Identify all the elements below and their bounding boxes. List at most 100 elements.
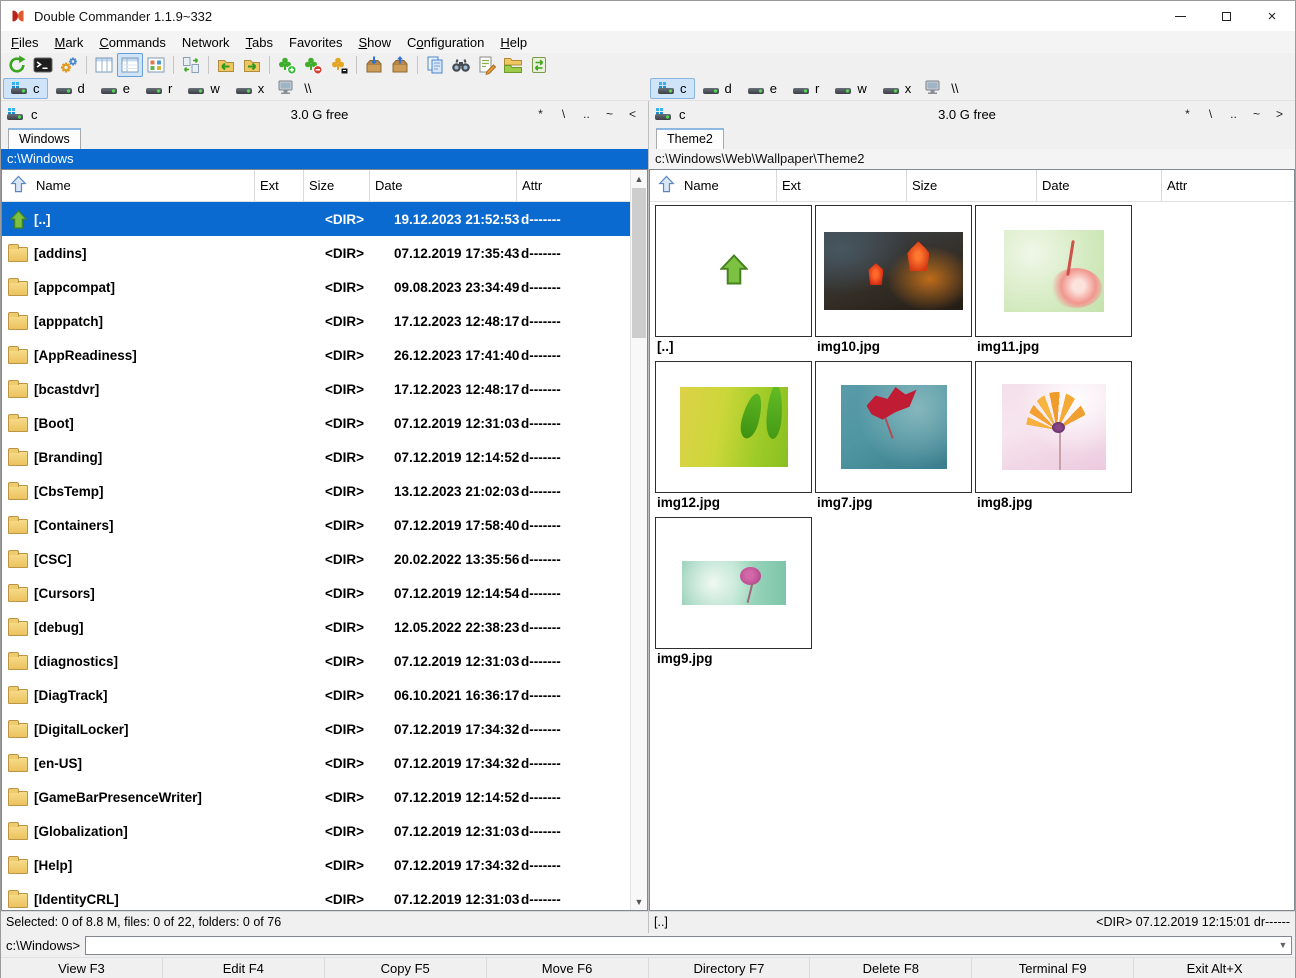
nav-button-right-4[interactable]: > [1270,106,1289,122]
file-row[interactable]: [Branding]<DIR>07.12.2019 12:14:52d-----… [2,440,647,474]
thumbnail-up-directory[interactable] [655,205,812,337]
close-button[interactable]: × [1249,1,1295,31]
column-header-date[interactable]: Date [1037,170,1162,201]
thumbnail-img11.jpg[interactable] [975,205,1132,337]
file-row[interactable]: [Containers]<DIR>07.12.2019 17:58:40d---… [2,508,647,542]
minimize-button[interactable] [1157,1,1203,31]
pack-files-button[interactable] [361,53,387,77]
left-scrollbar[interactable]: ▲ ▼ [630,170,647,910]
right-tab-theme2[interactable]: Theme2 [656,128,724,149]
drive-button-right-w[interactable]: w [827,78,874,99]
unpack-files-button[interactable] [387,53,413,77]
file-row[interactable]: [en-US]<DIR>07.12.2019 17:34:32d------- [2,746,647,780]
copy-names-button[interactable] [422,53,448,77]
maximize-button[interactable] [1203,1,1249,31]
column-header-date[interactable]: Date [370,170,517,201]
nav-button-right-3[interactable]: ~ [1247,106,1266,122]
drive-button-right-x[interactable]: x [875,78,920,99]
menu-network[interactable]: Network [174,33,238,52]
full-view-button[interactable] [117,53,143,77]
scroll-down-icon[interactable]: ▼ [631,893,647,910]
right-current-drive[interactable]: c [655,107,775,122]
drive-button-left-c[interactable]: c [3,78,48,99]
thumbnail-img12.jpg[interactable] [655,361,812,493]
file-row[interactable]: [GameBarPresenceWriter]<DIR>07.12.2019 1… [2,780,647,814]
menu-show[interactable]: Show [350,33,399,52]
bookmark-remove-button[interactable] [300,53,326,77]
chevron-down-icon[interactable]: ▼ [1275,940,1291,950]
nav-button-left-2[interactable]: .. [577,106,596,122]
file-row[interactable]: [..]<DIR>19.12.2023 21:52:53d------- [2,202,647,236]
drive-button-left-x[interactable]: x [228,78,273,99]
refresh-button[interactable] [4,53,30,77]
nav-button-right-2[interactable]: .. [1224,106,1243,122]
nav-button-left-4[interactable]: < [623,106,642,122]
network-share-button-right[interactable]: \\ [946,78,963,99]
brief-view-button[interactable] [91,53,117,77]
drive-button-right-c[interactable]: c [650,78,695,99]
network-drive-button-left[interactable] [272,78,299,99]
file-row[interactable]: [Cursors]<DIR>07.12.2019 12:14:54d------… [2,576,647,610]
menu-favorites[interactable]: Favorites [281,33,350,52]
drive-button-left-w[interactable]: w [180,78,227,99]
thumbnail-img9.jpg[interactable] [655,517,812,649]
thumbnail-img7.jpg[interactable] [815,361,972,493]
menu-commands[interactable]: Commands [91,33,173,52]
thumbnail-img10.jpg[interactable] [815,205,972,337]
file-row[interactable]: [bcastdvr]<DIR>17.12.2023 12:48:17d-----… [2,372,647,406]
file-row[interactable]: [AppReadiness]<DIR>26.12.2023 17:41:40d-… [2,338,647,372]
swap-panels-button[interactable] [178,53,204,77]
file-row[interactable]: [IdentityCRL]<DIR>07.12.2019 12:31:03d--… [2,882,647,911]
bookmark-menu-button[interactable] [326,53,352,77]
drive-button-left-d[interactable]: d [48,78,93,99]
terminal-button[interactable] [30,53,56,77]
file-row[interactable]: [Boot]<DIR>07.12.2019 12:31:03d------- [2,406,647,440]
directory-hotlist-button[interactable] [500,53,526,77]
network-share-button-left[interactable]: \\ [299,78,316,99]
left-path-bar[interactable]: c:\Windows [1,149,648,169]
nav-button-left-1[interactable]: \ [554,106,573,122]
bookmark-add-button[interactable] [274,53,300,77]
fkey-button-f6[interactable]: Move F6 [487,958,649,978]
multi-rename-button[interactable] [474,53,500,77]
column-header-attr[interactable]: Attr [1162,170,1294,201]
fkey-button-f8[interactable]: Delete F8 [810,958,972,978]
drive-button-right-d[interactable]: d [695,78,740,99]
left-tab-windows[interactable]: Windows [8,128,81,149]
menu-files[interactable]: Files [3,33,46,52]
file-row[interactable]: [DiagTrack]<DIR>06.10.2021 16:36:17d----… [2,678,647,712]
nav-button-left-0[interactable]: * [531,106,550,122]
fkey-button-f9[interactable]: Terminal F9 [972,958,1134,978]
file-row[interactable]: [Globalization]<DIR>07.12.2019 12:31:03d… [2,814,647,848]
drive-button-right-r[interactable]: r [785,78,827,99]
file-row[interactable]: [debug]<DIR>12.05.2022 22:38:23d------- [2,610,647,644]
right-path-bar[interactable]: c:\Windows\Web\Wallpaper\Theme2 [649,149,1295,169]
go-forward-button[interactable] [239,53,265,77]
column-header-attr[interactable]: Attr [517,170,647,201]
column-header-ext[interactable]: Ext [777,170,907,201]
file-row[interactable]: [appcompat]<DIR>09.08.2023 23:34:49d----… [2,270,647,304]
menu-mark[interactable]: Mark [46,33,91,52]
scrollbar-thumb[interactable] [632,188,646,338]
file-row[interactable]: [addins]<DIR>07.12.2019 17:35:43d------- [2,236,647,270]
drive-button-left-r[interactable]: r [138,78,180,99]
file-row[interactable]: [CSC]<DIR>20.02.2022 13:35:56d------- [2,542,647,576]
file-row[interactable]: [CbsTemp]<DIR>13.12.2023 21:02:03d------… [2,474,647,508]
column-header-name[interactable]: Name [650,170,777,201]
network-drive-button-right[interactable] [919,78,946,99]
column-header-size[interactable]: Size [907,170,1037,201]
file-row[interactable]: [diagnostics]<DIR>07.12.2019 12:31:03d--… [2,644,647,678]
thumbnails-view-button[interactable] [143,53,169,77]
fkey-button-alt+x[interactable]: Exit Alt+X [1134,958,1295,978]
fkey-button-f3[interactable]: View F3 [1,958,163,978]
file-row[interactable]: [Help]<DIR>07.12.2019 17:34:32d------- [2,848,647,882]
column-header-name[interactable]: Name [2,170,255,201]
nav-button-right-0[interactable]: * [1178,106,1197,122]
left-current-drive[interactable]: c [7,107,127,122]
scroll-up-icon[interactable]: ▲ [631,170,647,187]
drive-button-right-e[interactable]: e [740,78,785,99]
search-files-button[interactable] [448,53,474,77]
file-row[interactable]: [DigitalLocker]<DIR>07.12.2019 17:34:32d… [2,712,647,746]
options-button[interactable] [56,53,82,77]
menu-configuration[interactable]: Configuration [399,33,492,52]
